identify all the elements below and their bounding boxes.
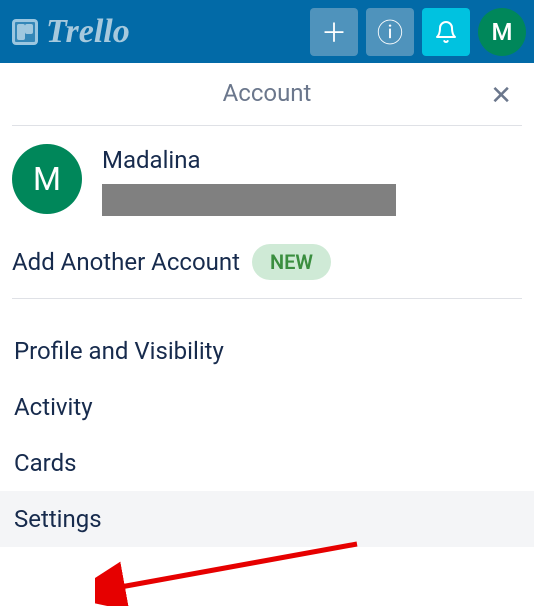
brand-text: Trello [46,13,130,51]
brand[interactable]: Trello [12,13,130,51]
trello-logo-icon [12,19,38,45]
menu-cards[interactable]: Cards [12,435,522,491]
add-account-label: Add Another Account [12,248,240,276]
divider [12,298,522,299]
topbar-actions: ＋ ⓘ M [310,8,526,56]
panel-header: Account ✕ [12,63,522,123]
plus-icon: ＋ [321,13,347,50]
bell-icon [434,20,458,44]
add-account-row[interactable]: Add Another Account NEW [12,244,522,280]
divider [12,125,522,126]
user-info: Madalina [102,144,522,216]
topbar: Trello ＋ ⓘ M [0,0,534,63]
menu-activity[interactable]: Activity [12,379,522,435]
close-icon: ✕ [490,81,512,111]
notifications-button[interactable] [422,8,470,56]
new-badge: NEW [252,244,331,280]
account-panel: Account ✕ M Madalina Add Another Account… [0,63,534,565]
menu-settings[interactable]: Settings [0,491,534,547]
close-button[interactable]: ✕ [490,83,512,109]
info-button[interactable]: ⓘ [366,8,414,56]
user-avatar: M [12,144,82,214]
user-name: Madalina [102,146,522,174]
info-icon: ⓘ [377,13,403,50]
account-avatar-button[interactable]: M [478,8,526,56]
current-user-row: M Madalina [12,144,522,224]
user-avatar-letter: M [33,160,61,198]
account-panel-scroll[interactable]: Account ✕ M Madalina Add Another Account… [0,63,534,565]
menu-profile-visibility[interactable]: Profile and Visibility [12,323,522,379]
panel-title: Account [223,79,312,107]
user-email-redacted [102,184,396,216]
avatar-letter: M [492,18,513,46]
create-button[interactable]: ＋ [310,8,358,56]
